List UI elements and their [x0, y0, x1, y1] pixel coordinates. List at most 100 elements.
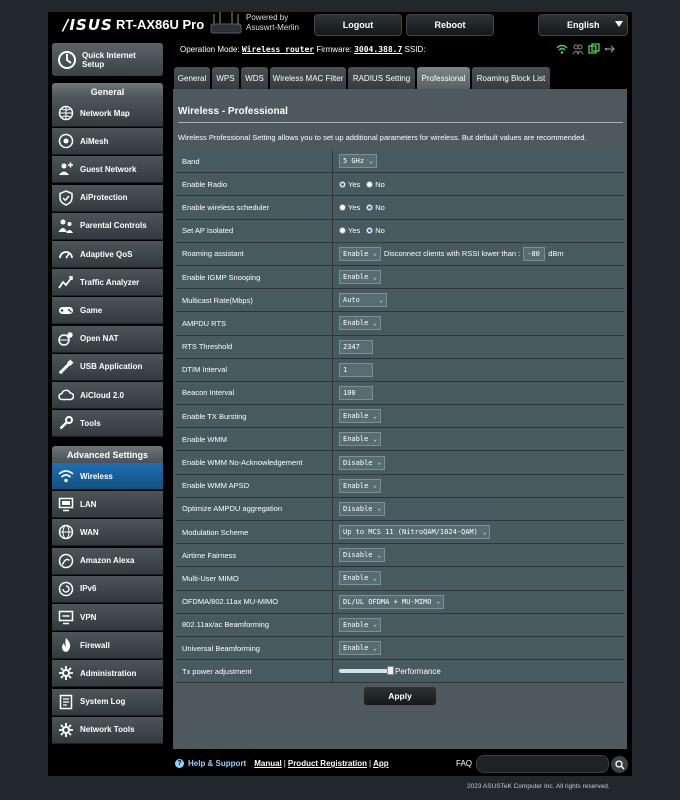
sidebar-item-wan[interactable]: WAN — [52, 519, 163, 547]
sidebar-item-label: Network Map — [80, 108, 130, 118]
sidebar-item-open-nat[interactable]: Open NAT — [52, 325, 163, 353]
chevron-down-icon: ⌄ — [373, 273, 377, 281]
tab-professional[interactable]: Professional — [417, 67, 470, 89]
sidebar-item-vpn[interactable]: VPN — [52, 604, 163, 631]
wmm-noack-select[interactable]: Disable ⌄ — [339, 455, 386, 470]
ap-isolated-label: Set AP Isolated — [176, 219, 333, 242]
faq-search-button[interactable] — [611, 756, 628, 773]
wmm-apsd-select[interactable]: Enable ⌄ — [339, 478, 381, 493]
sidebar-item-lan[interactable]: LAN — [52, 491, 163, 519]
multicast-select[interactable]: Auto ⌄ — [339, 293, 387, 308]
sidebar-item-aiprotection[interactable]: AiProtection — [52, 184, 163, 212]
quick-internet-setup[interactable]: Quick Internet Setup — [52, 43, 163, 76]
band-select[interactable]: 5 GHz ⌄ — [339, 154, 377, 169]
chevron-down-icon: ⌄ — [377, 505, 382, 513]
chevron-down-icon: ⌄ — [377, 459, 382, 467]
opmode-value[interactable]: Wireless router — [242, 45, 314, 54]
sidebar-item-game[interactable]: Game — [52, 297, 163, 325]
igmp-select[interactable]: Enable ⌄ — [339, 270, 381, 285]
rts-threshold-input[interactable]: 2347 — [339, 339, 373, 354]
universal-beamforming-select[interactable]: Enable ⌄ — [339, 641, 381, 656]
scheduler-yes[interactable]: Yes — [339, 203, 360, 212]
sidebar-item-aimesh[interactable]: AiMesh — [52, 128, 163, 156]
sidebar-item-administration[interactable]: Administration — [52, 660, 163, 688]
tab-roaming-block-list[interactable]: Roaming Block List — [472, 67, 550, 89]
slider-handle[interactable] — [387, 666, 394, 676]
roaming-assistant-select[interactable]: Enable ⌄ — [339, 246, 381, 261]
clients-icon[interactable] — [572, 43, 584, 55]
row-tx-power: Tx power adjustment Performance — [176, 660, 624, 684]
ap-isolated-yes[interactable]: Yes — [339, 226, 360, 235]
language-select[interactable]: English — [538, 14, 628, 36]
footer-separator: | — [368, 759, 372, 768]
tab-radius-setting[interactable]: RADIUS Setting — [348, 67, 415, 89]
wmm-select[interactable]: Enable ⌄ — [339, 432, 381, 447]
tab-wds[interactable]: WDS — [241, 67, 268, 89]
chevron-down-icon: ⌄ — [369, 157, 373, 165]
airtime-label: Airtime Fairness — [176, 544, 333, 567]
ampdu-agg-select[interactable]: Disable ⌄ — [339, 501, 386, 516]
sidebar-item-label: Wireless — [80, 471, 113, 481]
radio-unchecked — [366, 180, 374, 188]
help-icon: ? — [175, 759, 184, 768]
beamforming-select[interactable]: Enable ⌄ — [339, 617, 381, 632]
operation-info: Operation Mode: Wireless router Firmware… — [180, 45, 425, 54]
beacon-input[interactable]: 100 — [339, 385, 373, 400]
ampdu-rts-select[interactable]: Enable ⌄ — [339, 316, 381, 331]
mu-mimo-value: Enable — [343, 574, 369, 583]
link-icon[interactable] — [588, 43, 600, 55]
enable-radio-no[interactable]: No — [366, 180, 385, 189]
sidebar-item-system-log[interactable]: System Log — [52, 688, 163, 716]
ampdu-agg-value: Disable — [343, 504, 373, 513]
airtime-select[interactable]: Disable ⌄ — [339, 548, 386, 563]
yes-label: Yes — [348, 179, 361, 189]
sidebar-item-aicloud-2-0[interactable]: AiCloud 2.0 — [52, 382, 163, 409]
dtim-input[interactable]: 1 — [339, 362, 373, 377]
rssi-input[interactable]: -80 — [523, 246, 546, 261]
sidebar-item-tools[interactable]: Tools — [52, 410, 163, 438]
mu-mimo-select[interactable]: Enable ⌄ — [339, 571, 381, 586]
sidebar-item-firewall[interactable]: Firewall — [52, 632, 163, 660]
wifi-icon[interactable] — [556, 43, 568, 55]
tab-wps[interactable]: WPS — [212, 67, 239, 89]
sidebar-item-network-tools[interactable]: Network Tools — [52, 716, 163, 744]
sidebar-item-label: System Log — [80, 697, 126, 707]
sidebar-item-wireless[interactable]: Wireless — [52, 463, 163, 490]
wmm-noack-label: Enable WMM No-Acknowledgement — [176, 451, 333, 474]
sidebar-item-amazon-alexa[interactable]: Amazon Alexa — [52, 547, 163, 575]
usb-icon[interactable] — [604, 43, 616, 55]
asus-logo[interactable]: /ISUS — [63, 16, 113, 34]
apply-button[interactable]: Apply — [363, 686, 437, 706]
manual-link[interactable]: Manual — [254, 759, 282, 768]
yes-label: Yes — [348, 226, 361, 236]
sidebar-item-ipv6[interactable]: IPv6 — [52, 575, 163, 603]
sidebar-item-usb-application[interactable]: USB Application — [52, 353, 163, 381]
sidebar-item-guest-network[interactable]: Guest Network — [52, 156, 163, 184]
app-link[interactable]: App — [373, 759, 389, 768]
tx-power-slider[interactable] — [339, 666, 394, 676]
firmware-value[interactable]: 3004.388.7 — [354, 45, 402, 54]
help-support[interactable]: ? Help & Support — [175, 759, 246, 768]
tab-wireless-mac-filter[interactable]: Wireless MAC Filter — [270, 67, 346, 89]
sidebar-item-network-map[interactable]: Network Map — [52, 100, 163, 127]
mesh-icon — [57, 132, 75, 150]
modulation-select[interactable]: Up to MCS 11 (NitroQAM/1024-QAM) ⌄ — [339, 525, 491, 540]
sidebar-item-traffic-analyzer[interactable]: Traffic Analyzer — [52, 269, 163, 297]
logout-button[interactable]: Logout — [314, 14, 402, 36]
reboot-button[interactable]: Reboot — [406, 14, 494, 36]
ofdma-value: DL/UL OFDMA + MU-MIMO — [343, 597, 432, 606]
ofdma-select[interactable]: DL/UL OFDMA + MU-MIMO ⌄ — [339, 594, 445, 609]
faq-search-input[interactable] — [476, 755, 609, 773]
ap-isolated-no[interactable]: No — [366, 226, 385, 235]
chevron-down-icon: ⌄ — [373, 621, 377, 629]
sidebar-item-parental-controls[interactable]: Parental Controls — [52, 212, 163, 240]
beamforming-label: 802.11ax/ac Beamforming — [176, 613, 333, 636]
tab-general[interactable]: General — [174, 67, 210, 89]
sidebar-item-adaptive-qos[interactable]: Adaptive QoS — [52, 241, 163, 268]
product-registration-link[interactable]: Product Registration — [288, 759, 367, 768]
sidebar-item-label: Administration — [80, 668, 137, 678]
enable-radio-yes[interactable]: Yes — [339, 180, 360, 189]
scheduler-no[interactable]: No — [366, 203, 385, 212]
tx-bursting-select[interactable]: Enable ⌄ — [339, 409, 381, 424]
radio-checked — [339, 180, 346, 188]
